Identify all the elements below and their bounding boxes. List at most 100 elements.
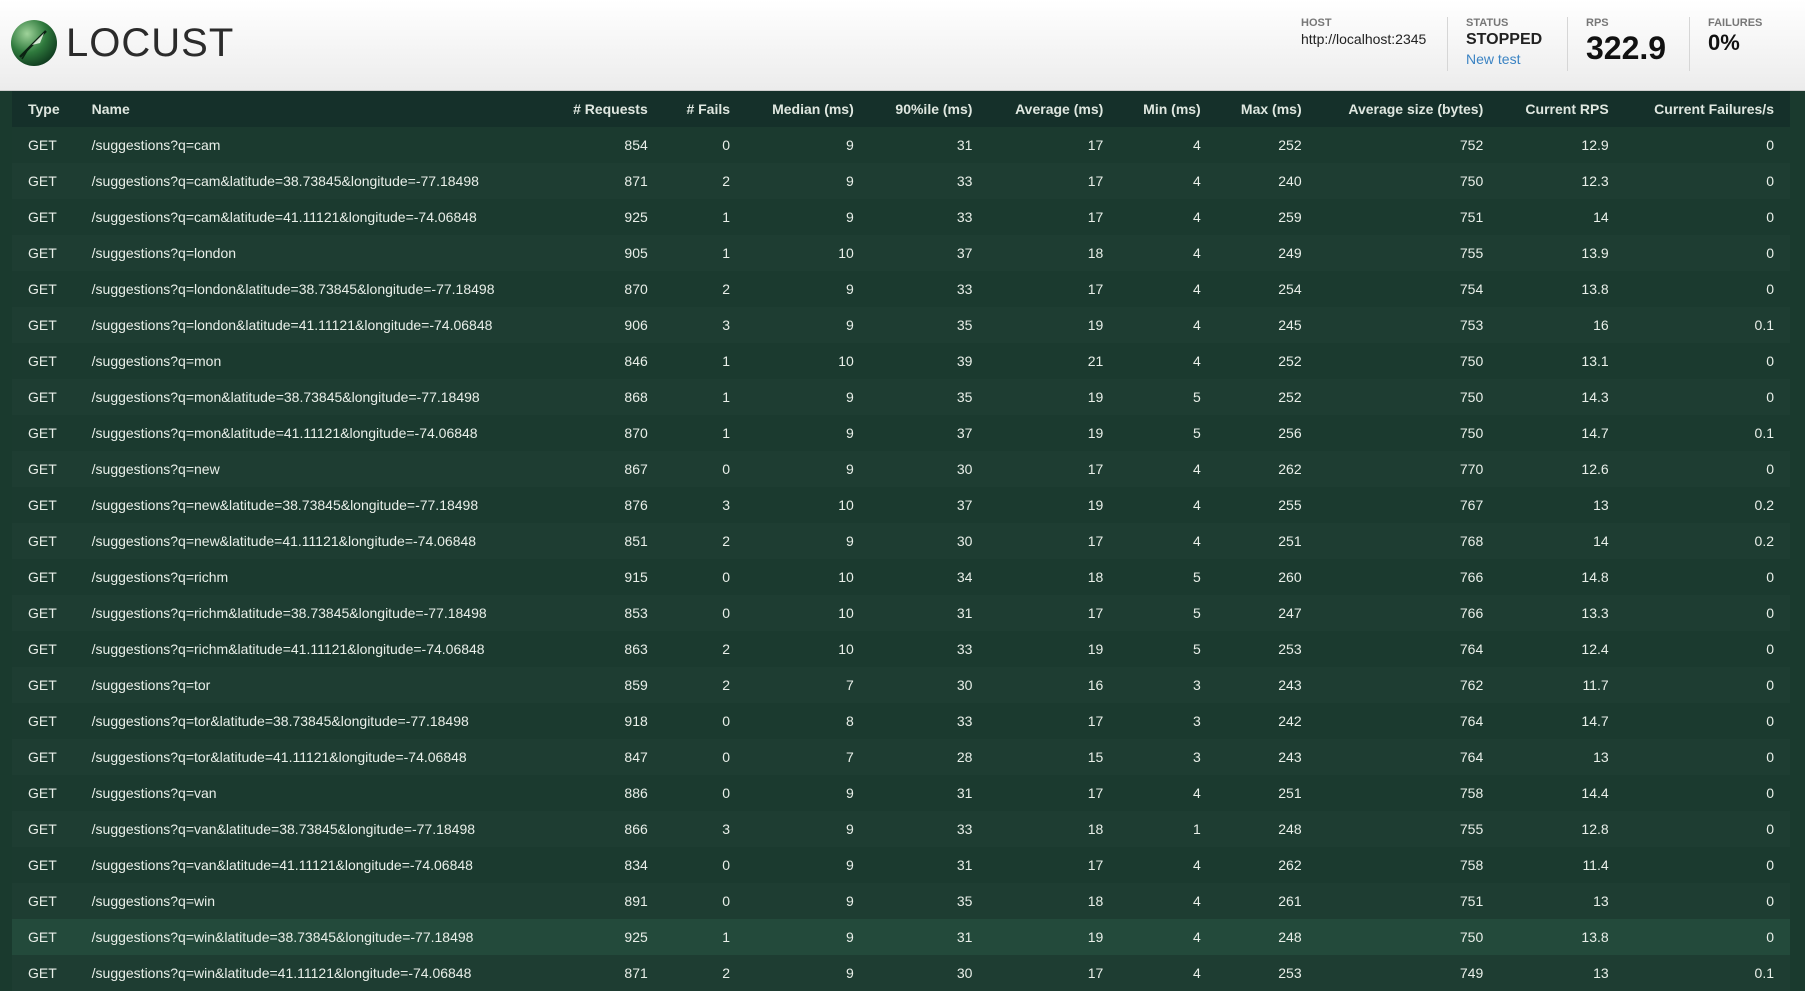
cell-max: 253	[1278, 641, 1302, 657]
cell-average: 17	[1087, 173, 1104, 189]
cell-requests: 870	[624, 281, 648, 297]
table-row: GET/suggestions?q=new&latitude=38.73845&…	[12, 487, 1790, 523]
column-header-current-rps[interactable]: Current RPS	[1499, 91, 1625, 127]
cell-current-failures: 0.2	[1754, 497, 1774, 513]
cell-current-failures: 0	[1766, 785, 1774, 801]
cell-avg-size: 752	[1459, 137, 1484, 153]
cell-p90: 31	[956, 785, 973, 801]
cell-max: 242	[1278, 713, 1302, 729]
cell-average: 19	[1087, 929, 1104, 945]
cell-fails: 0	[722, 569, 731, 585]
column-header-current-failures[interactable]: Current Failures/s	[1624, 91, 1790, 127]
column-header-average[interactable]: Average (ms)	[988, 91, 1120, 127]
cell-median: 9	[845, 173, 854, 189]
cell-p90: 31	[956, 929, 973, 945]
cell-current-failures: 0	[1766, 605, 1774, 621]
brand-name: LOCUST	[66, 21, 235, 65]
cell-max: 262	[1278, 857, 1302, 873]
cell-current-rps: 16	[1593, 317, 1609, 333]
cell-name: /suggestions?q=van	[91, 785, 217, 801]
column-header-name[interactable]: Name	[75, 91, 548, 127]
cell-requests: 853	[624, 605, 648, 621]
cell-min: 4	[1192, 173, 1201, 189]
cell-average: 17	[1087, 713, 1104, 729]
cell-name: /suggestions?q=tor&latitude=38.73845&lon…	[91, 713, 469, 729]
column-header-min[interactable]: Min (ms)	[1119, 91, 1217, 127]
cell-fails: 1	[722, 245, 731, 261]
table-row: GET/suggestions?q=tor&latitude=38.73845&…	[12, 703, 1790, 739]
cell-average: 17	[1087, 857, 1104, 873]
cell-p90: 31	[956, 605, 973, 621]
cell-name: /suggestions?q=tor&latitude=41.11121&lon…	[91, 749, 467, 765]
cell-type: GET	[28, 425, 57, 441]
cell-type: GET	[28, 533, 57, 549]
cell-requests: 886	[624, 785, 648, 801]
cell-average: 17	[1087, 605, 1104, 621]
cell-fails: 0	[722, 461, 731, 477]
column-header-max[interactable]: Max (ms)	[1216, 91, 1318, 127]
cell-requests: 851	[624, 533, 648, 549]
cell-name: /suggestions?q=new	[91, 461, 220, 477]
cell-fails: 0	[722, 857, 731, 873]
cell-avg-size: 750	[1459, 389, 1484, 405]
cell-average: 19	[1087, 641, 1104, 657]
table-row: GET/suggestions?q=van 886 0 9 31 17 4 251 758 14.…	[12, 775, 1790, 811]
cell-type: GET	[28, 281, 57, 297]
cell-name: /suggestions?q=cam&latitude=38.73845&lon…	[91, 173, 479, 189]
cell-type: GET	[28, 569, 57, 585]
cell-name: /suggestions?q=mon&latitude=38.73845&lon…	[91, 389, 480, 405]
cell-name: /suggestions?q=win&latitude=38.73845&lon…	[91, 929, 474, 945]
locust-logo[interactable]: LOCUST	[10, 19, 234, 67]
cell-max: 251	[1278, 785, 1302, 801]
cell-p90: 35	[956, 317, 973, 333]
cell-p90: 33	[956, 821, 973, 837]
cell-type: GET	[28, 713, 57, 729]
cell-max: 255	[1278, 497, 1302, 513]
cell-p90: 34	[956, 569, 973, 585]
cell-current-rps: 11.4	[1582, 857, 1609, 873]
cell-min: 5	[1192, 641, 1201, 657]
column-header-type[interactable]: Type	[12, 91, 76, 127]
cell-min: 4	[1192, 137, 1201, 153]
cell-type: GET	[28, 929, 57, 945]
stats-panel: HOST http://localhost:2345 STATUS STOPPE…	[1283, 17, 1805, 71]
column-header-90ile[interactable]: 90%ile (ms)	[869, 91, 989, 127]
table-row: GET/suggestions?q=cam 854 0 9 31 17 4 252 752 12.…	[12, 127, 1790, 163]
cell-requests: 867	[624, 461, 648, 477]
column-header-median[interactable]: Median (ms)	[746, 91, 870, 127]
cell-requests: 847	[624, 749, 648, 765]
cell-requests: 868	[624, 389, 648, 405]
cell-current-rps: 13	[1593, 893, 1609, 909]
column-header-avg-size[interactable]: Average size (bytes)	[1317, 91, 1500, 127]
cell-median: 10	[838, 353, 854, 369]
cell-current-rps: 11.7	[1582, 677, 1609, 693]
cell-p90: 30	[956, 461, 973, 477]
rps-stat: RPS 322.9	[1567, 17, 1689, 71]
cell-requests: 925	[624, 209, 648, 225]
cell-avg-size: 766	[1459, 605, 1484, 621]
new-test-link[interactable]: New test	[1466, 50, 1549, 68]
cell-fails: 2	[722, 533, 731, 549]
table-row: GET/suggestions?q=new 867 0 9 30 17 4 262 770 12.…	[12, 451, 1790, 487]
cell-min: 4	[1192, 497, 1201, 513]
cell-avg-size: 753	[1459, 317, 1484, 333]
column-header-requests[interactable]: # Requests	[547, 91, 664, 127]
cell-type: GET	[28, 857, 57, 873]
cell-current-failures: 0	[1766, 677, 1774, 693]
cell-min: 4	[1192, 209, 1201, 225]
cell-median: 9	[845, 317, 854, 333]
cell-type: GET	[28, 173, 57, 189]
cell-current-rps: 13.8	[1581, 281, 1609, 297]
cell-requests: 918	[624, 713, 648, 729]
cell-type: GET	[28, 821, 57, 837]
cell-max: 260	[1278, 569, 1302, 585]
cell-fails: 0	[722, 785, 731, 801]
cell-max: 252	[1278, 353, 1302, 369]
cell-avg-size: 750	[1459, 425, 1484, 441]
cell-current-rps: 14.8	[1581, 569, 1609, 585]
cell-avg-size: 764	[1459, 713, 1484, 729]
cell-max: 247	[1278, 605, 1302, 621]
table-row: GET/suggestions?q=cam&latitude=38.73845&…	[12, 163, 1790, 199]
cell-name: /suggestions?q=new&latitude=41.11121&lon…	[91, 533, 477, 549]
column-header-fails[interactable]: # Fails	[663, 91, 747, 127]
